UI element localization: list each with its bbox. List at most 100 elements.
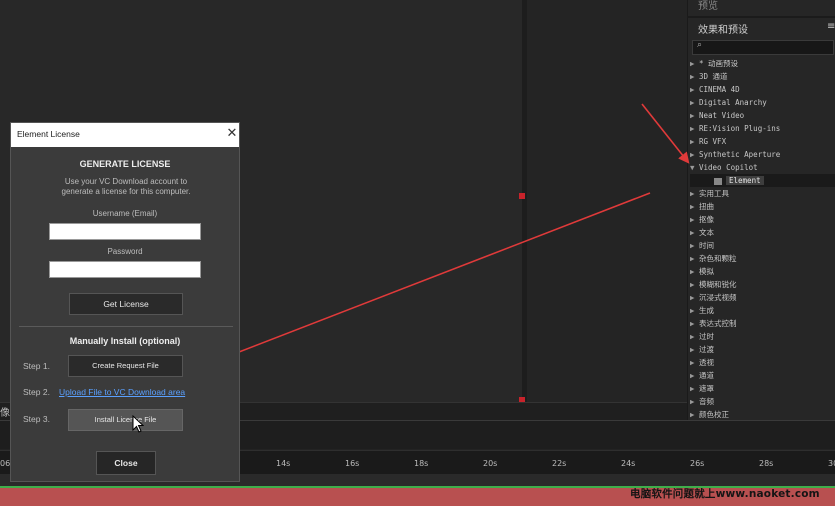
- tree-item[interactable]: ▶ 模糊和锐化: [690, 278, 835, 291]
- triangle-right-icon[interactable]: ▶: [690, 96, 699, 109]
- triangle-right-icon[interactable]: ▶: [690, 317, 699, 330]
- triangle-right-icon[interactable]: ▶: [690, 213, 699, 226]
- triangle-right-icon[interactable]: ▶: [690, 395, 699, 408]
- panel-menu-icon[interactable]: ≡: [827, 21, 835, 32]
- tree-item-label: 透视: [699, 358, 714, 367]
- close-icon[interactable]: ✕: [223, 125, 241, 143]
- tree-item-label: 杂色和颗粒: [699, 254, 737, 263]
- tree-item-label: 实用工具: [699, 189, 729, 198]
- triangle-right-icon[interactable]: ▶: [690, 343, 699, 356]
- tree-item-label: 模拟: [699, 267, 714, 276]
- tree-item-label: 音频: [699, 397, 714, 406]
- tree-item[interactable]: ▶ 文本: [690, 226, 835, 239]
- triangle-right-icon[interactable]: ▶: [690, 252, 699, 265]
- tree-item[interactable]: ▶ 3D 通道: [690, 70, 835, 83]
- step-2-label: Step 2.: [23, 387, 50, 397]
- tree-item-label: RG VFX: [699, 137, 727, 146]
- triangle-right-icon[interactable]: ▶: [690, 83, 699, 96]
- tree-item-label: Digital Anarchy: [699, 98, 767, 107]
- mouse-cursor-icon: [132, 415, 144, 433]
- tree-item[interactable]: ▶ Digital Anarchy: [690, 96, 835, 109]
- username-field[interactable]: [49, 223, 201, 240]
- effects-tree: ▶ * 动画预设 ▶ 3D 通道 ▶ CINEMA 4D ▶ Digital Anarchy ▶…: [690, 57, 835, 421]
- triangle-right-icon[interactable]: ▶: [690, 278, 699, 291]
- tree-item[interactable]: ▶ 扭曲: [690, 200, 835, 213]
- upload-file-link[interactable]: Upload File to VC Download area: [59, 387, 185, 397]
- triangle-right-icon[interactable]: ▶: [690, 382, 699, 395]
- tree-item-label: 模糊和锐化: [699, 280, 737, 289]
- tree-item[interactable]: ▶ Neat Video: [690, 109, 835, 122]
- dialog-titlebar[interactable]: Element License ✕: [11, 123, 239, 147]
- triangle-right-icon[interactable]: ▶: [690, 135, 699, 148]
- tree-item[interactable]: ▶ 过时: [690, 330, 835, 343]
- status-label: 像: [0, 408, 10, 419]
- triangle-right-icon[interactable]: ▶: [690, 304, 699, 317]
- tree-item[interactable]: ▶ 遮罩: [690, 382, 835, 395]
- tree-item-label: CINEMA 4D: [699, 85, 740, 94]
- create-request-file-button[interactable]: Create Request File: [68, 355, 183, 377]
- tree-item-label: Video Copilot: [699, 163, 758, 172]
- password-field[interactable]: [49, 261, 201, 278]
- tree-item[interactable]: ▶ RG VFX: [690, 135, 835, 148]
- tree-item-label: 沉浸式视频: [699, 293, 737, 302]
- tree-item[interactable]: ▶ Synthetic Aperture: [690, 148, 835, 161]
- tree-item[interactable]: ▶ RE:Vision Plug-ins: [690, 122, 835, 135]
- tree-item[interactable]: ▶ CINEMA 4D: [690, 83, 835, 96]
- tree-item[interactable]: ▶ 生成: [690, 304, 835, 317]
- dialog-divider: [19, 326, 233, 327]
- get-license-button[interactable]: Get License: [69, 293, 183, 315]
- triangle-right-icon[interactable]: ▶: [690, 109, 699, 122]
- triangle-down-icon[interactable]: ▼: [690, 161, 699, 174]
- tree-item[interactable]: ▶ * 动画预设: [690, 57, 835, 70]
- tree-item[interactable]: ▶ 模拟: [690, 265, 835, 278]
- tree-item[interactable]: ▶ 实用工具: [690, 187, 835, 200]
- tree-item[interactable]: ▶ 时间: [690, 239, 835, 252]
- ruler-tick-label: 28s: [759, 459, 774, 468]
- tree-item[interactable]: ▶ 通道: [690, 369, 835, 382]
- triangle-right-icon[interactable]: ▶: [690, 122, 699, 135]
- triangle-right-icon[interactable]: ▶: [690, 70, 699, 83]
- generate-license-heading: GENERATE LICENSE: [79, 159, 171, 169]
- triangle-right-icon[interactable]: ▶: [690, 330, 699, 343]
- tree-item-label: 表达式控制: [699, 319, 737, 328]
- triangle-right-icon[interactable]: ▶: [690, 200, 699, 213]
- username-label: Username (Email): [92, 209, 158, 218]
- tree-item-label: 过渡: [699, 345, 714, 354]
- layer-handle-mid[interactable]: [519, 193, 525, 199]
- tree-item-label: 文本: [699, 228, 714, 237]
- tree-item-label: 遮罩: [699, 384, 714, 393]
- tree-item-element[interactable]: Element: [690, 174, 835, 187]
- tree-item[interactable]: ▶ 音频: [690, 395, 835, 408]
- tree-item[interactable]: ▶ 透视: [690, 356, 835, 369]
- tree-item-label: 抠像: [699, 215, 714, 224]
- triangle-right-icon[interactable]: ▶: [690, 148, 699, 161]
- effects-search-input[interactable]: [692, 40, 834, 55]
- ruler-tick-label: 14s: [276, 459, 291, 468]
- install-license-file-button[interactable]: Install License File: [68, 409, 183, 431]
- triangle-right-icon[interactable]: ▶: [690, 369, 699, 382]
- tree-item[interactable]: ▶ 表达式控制: [690, 317, 835, 330]
- tree-item-label: 时间: [699, 241, 714, 250]
- ruler-tick-label: 22s: [552, 459, 567, 468]
- preview-panel-title[interactable]: 预览: [698, 0, 718, 12]
- watermark: 电脑软件问题就上www.naoket.com: [630, 488, 820, 500]
- ruler-tick-label: 24s: [621, 459, 636, 468]
- tree-item[interactable]: ▶ 沉浸式视频: [690, 291, 835, 304]
- tree-item[interactable]: ▶ 过渡: [690, 343, 835, 356]
- triangle-right-icon[interactable]: ▶: [690, 187, 699, 200]
- triangle-right-icon[interactable]: ▶: [690, 226, 699, 239]
- triangle-right-icon[interactable]: ▶: [690, 291, 699, 304]
- tree-item[interactable]: ▼ Video Copilot: [690, 161, 835, 174]
- triangle-right-icon[interactable]: ▶: [690, 356, 699, 369]
- triangle-right-icon[interactable]: ▶: [690, 57, 699, 70]
- close-button[interactable]: Close: [96, 451, 156, 475]
- tree-item[interactable]: ▶ 抠像: [690, 213, 835, 226]
- viewer-pasteboard: [527, 0, 687, 402]
- tree-item-label: Element: [726, 176, 764, 185]
- ruler-tick-label: 16s: [345, 459, 360, 468]
- effects-panel-title[interactable]: 效果和预设: [698, 21, 748, 36]
- tree-item-label: 过时: [699, 332, 714, 341]
- tree-item[interactable]: ▶ 杂色和颗粒: [690, 252, 835, 265]
- triangle-right-icon[interactable]: ▶: [690, 265, 699, 278]
- triangle-right-icon[interactable]: ▶: [690, 239, 699, 252]
